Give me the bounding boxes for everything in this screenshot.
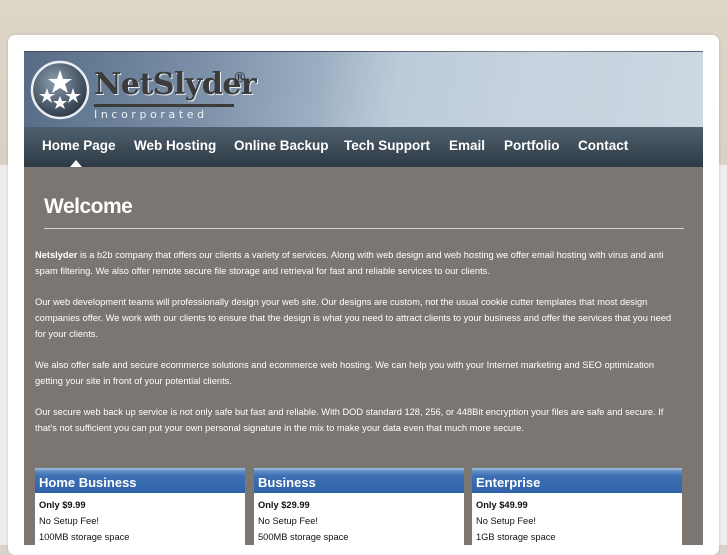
plan-setup: No Setup Fee! [476,516,536,526]
stars-circle-icon[interactable] [30,60,90,120]
main-content: Netslyder is a b2b company that offers o… [35,247,683,451]
intro-paragraph: Netslyder is a b2b company that offers o… [35,247,683,279]
plan-setup: No Setup Fee! [39,516,99,526]
title-divider [44,228,684,229]
active-nav-pointer [70,160,82,167]
main-nav: Home Page Web Hosting Online Backup Tech… [24,127,703,167]
nav-item-online-backup[interactable]: Online Backup [234,138,329,153]
plan-title[interactable]: Enterprise [472,468,682,493]
plan-storage: 1GB storage space [476,532,556,542]
registered-mark: ® [233,70,247,86]
plan-storage: 500MB storage space [258,532,349,542]
plan-price: Only $29.99 [258,500,310,510]
nav-item-email[interactable]: Email [449,138,485,153]
logo-wordmark[interactable]: NetSlyder [94,68,257,102]
nav-item-web-hosting[interactable]: Web Hosting [134,138,216,153]
plan-storage: 100MB storage space [39,532,130,542]
header-banner: NetSlyder ® Incorporated [24,51,703,152]
nav-item-portfolio[interactable]: Portfolio [504,138,560,153]
plan-price: Only $9.99 [39,500,86,510]
nav-item-tech-support[interactable]: Tech Support [344,138,430,153]
backup-paragraph: Our secure web back up service is not on… [35,407,664,433]
ecommerce-paragraph: We also offer safe and secure ecommerce … [35,360,655,386]
web-development-paragraph: Our web development teams will professio… [35,297,672,339]
logo-tagline: Incorporated [94,108,208,121]
plan-card-home-business[interactable]: Home Business Only $9.99 No Setup Fee! 1… [35,468,245,545]
nav-item-contact[interactable]: Contact [578,138,628,153]
page-title: Welcome [44,195,133,218]
plan-price: Only $49.99 [476,500,528,510]
logo-underline [94,104,234,107]
nav-item-home-page[interactable]: Home Page [42,138,116,153]
plan-card-business[interactable]: Business Only $29.99 No Setup Fee! 500MB… [254,468,464,545]
plan-card-enterprise[interactable]: Enterprise Only $49.99 No Setup Fee! 1GB… [472,468,682,545]
company-name: Netslyder [35,250,78,260]
plan-title[interactable]: Home Business [35,468,245,493]
intro-text: is a b2b company that offers our clients… [35,250,664,276]
site-container: NetSlyder ® Incorporated Home Page Web H… [24,51,703,545]
plan-setup: No Setup Fee! [258,516,318,526]
plan-title[interactable]: Business [254,468,464,493]
